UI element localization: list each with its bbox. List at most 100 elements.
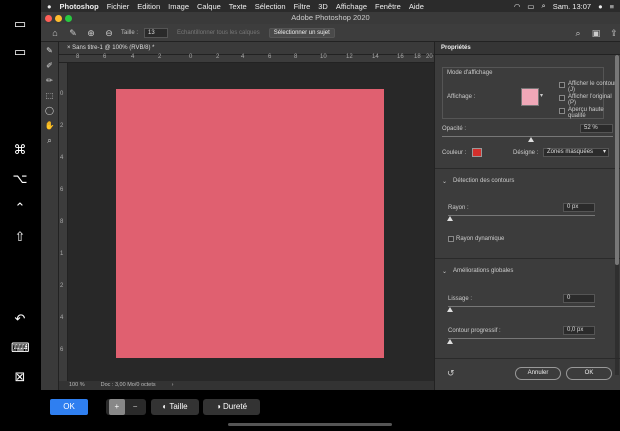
opacity-label: Opacité : [442, 126, 467, 132]
search-icon[interactable]: ⌕ [572, 27, 584, 39]
properties-scrollbar[interactable] [615, 55, 619, 375]
shift-icon[interactable]: ⇧ [11, 229, 29, 245]
add-mode-icon[interactable]: + [108, 399, 125, 415]
radius-slider-knob[interactable] [447, 216, 453, 221]
apple-menu-icon[interactable]: ● [47, 2, 52, 11]
subtract-mode-icon[interactable]: − [127, 399, 143, 415]
select-subject-button[interactable]: Sélectionner un sujet [268, 27, 335, 38]
brush-tool-icon[interactable]: ✏ [44, 75, 56, 87]
home-indicator[interactable] [228, 423, 392, 426]
smooth-field[interactable]: 0 [563, 294, 595, 303]
ruler-h-label: 4 [131, 54, 135, 60]
cancel-button[interactable]: Annuler [515, 367, 561, 380]
minimize-window-button[interactable] [55, 15, 62, 22]
user-avatar-icon[interactable]: ● [598, 2, 603, 11]
menu-filtre[interactable]: Filtre [294, 2, 311, 11]
sample-all-layers-checkbox[interactable]: Echantillonner tous les calques [174, 30, 263, 36]
horizontal-ruler: 8 6 4 2 0 2 4 6 8 10 12 14 16 18 20 [59, 54, 434, 63]
high-quality-checkbox[interactable] [559, 108, 565, 114]
control-center-icon[interactable]: ≡ [610, 2, 614, 11]
menu-fichier[interactable]: Fichier [107, 2, 130, 11]
ruler-v-label: 4 [60, 315, 64, 321]
lasso-tool-icon[interactable]: ◯ [44, 105, 56, 117]
zoom-tool-icon[interactable]: ⌕ [44, 135, 56, 147]
document-canvas[interactable] [116, 89, 384, 358]
hand-tool-icon[interactable]: ✋ [44, 120, 56, 132]
menu-texte[interactable]: Texte [229, 2, 247, 11]
zoom-window-button[interactable] [65, 15, 72, 22]
opacity-slider-knob[interactable] [527, 137, 534, 142]
wifi-icon[interactable]: ◠ [514, 2, 521, 11]
menu-affichage[interactable]: Affichage [336, 2, 367, 11]
close-window-button[interactable] [45, 15, 52, 22]
edge-detection-title[interactable]: Détection des contours [453, 178, 514, 184]
dock-icon[interactable]: ▭ [11, 44, 29, 60]
smooth-slider-track[interactable] [448, 306, 595, 307]
menu-calque[interactable]: Calque [197, 2, 221, 11]
share-icon[interactable]: ⇪ [608, 27, 620, 39]
zoom-level[interactable]: 100 % [69, 381, 85, 390]
global-refinements-title[interactable]: Améliorations globales [453, 268, 513, 274]
menu-3d[interactable]: 3D [318, 2, 328, 11]
battery-icon[interactable]: ▭ [527, 2, 534, 11]
brush-tool-icon[interactable]: ✎ [67, 27, 79, 39]
search-icon[interactable]: ⌕ [542, 1, 546, 11]
reset-icon[interactable]: ↺ [447, 368, 455, 379]
radius-slider-track[interactable] [448, 215, 595, 216]
menubar-clock[interactable]: Sam. 13:07 [553, 2, 591, 11]
scrollbar-thumb[interactable] [615, 55, 619, 265]
radius-field[interactable]: 0 px [563, 203, 595, 212]
ruler-v-label: 8 [60, 219, 64, 225]
disconnect-icon[interactable]: ⊠ [11, 369, 29, 385]
show-original-checkbox[interactable] [559, 95, 565, 101]
hardness-icon: ◑ [215, 402, 221, 411]
menu-image[interactable]: Image [168, 2, 189, 11]
smart-radius-checkbox[interactable] [448, 236, 454, 242]
touchbar-hardness-button[interactable]: ◑ Dureté [203, 399, 260, 415]
indicates-dropdown[interactable]: Zones masquées ▾ [543, 148, 609, 157]
document-info[interactable]: Doc : 3,00 Mo/0 octets [101, 381, 156, 390]
undo-icon[interactable]: ↶ [11, 311, 29, 327]
feather-slider-knob[interactable] [447, 339, 453, 344]
ruler-h-label: 20 [426, 54, 433, 60]
keyboard-icon[interactable]: ⌨ [11, 340, 30, 356]
command-icon[interactable]: ⌘ [11, 142, 29, 158]
refine-edge-brush-icon[interactable]: ✐ [44, 60, 56, 72]
home-icon[interactable]: ⌂ [49, 27, 61, 39]
mac-screen: ● Photoshop Fichier Edition Image Calque… [41, 0, 620, 390]
object-selection-icon[interactable]: ⬚ [44, 90, 56, 102]
menu-edition[interactable]: Edition [137, 2, 160, 11]
ok-button[interactable]: OK [566, 367, 612, 380]
divider [435, 168, 620, 169]
smooth-slider-knob[interactable] [447, 307, 453, 312]
chevron-down-icon[interactable]: ⌄ [442, 268, 447, 275]
quick-selection-tool-icon[interactable]: ✎ [44, 45, 56, 57]
option-icon[interactable]: ⌥ [11, 171, 29, 187]
chevron-down-icon: ▾ [602, 149, 606, 155]
status-arrow-icon[interactable]: › [172, 381, 174, 390]
menu-selection[interactable]: Sélection [255, 2, 286, 11]
feather-slider-track[interactable] [448, 338, 595, 339]
show-edge-checkbox[interactable] [559, 82, 565, 88]
add-to-selection-icon[interactable]: ⊕ [85, 27, 97, 39]
menu-bar-icon[interactable]: ▭ [11, 16, 29, 32]
subtract-from-selection-icon[interactable]: ⊖ [103, 27, 115, 39]
menu-aide[interactable]: Aide [409, 2, 424, 11]
color-swatch[interactable] [472, 148, 482, 157]
control-icon[interactable]: ⌃ [11, 200, 29, 216]
view-mode-swatch[interactable] [521, 88, 539, 106]
size-input[interactable]: 13 [144, 27, 169, 38]
touchbar-size-button[interactable]: ◐ Taille [151, 399, 199, 415]
touchbar-ok-button[interactable]: OK [50, 399, 88, 415]
opacity-field[interactable]: 52 % [580, 124, 613, 133]
menu-fenetre[interactable]: Fenêtre [375, 2, 401, 11]
document-area: × Sans titre-1 @ 100% (RVB/8) * 8 6 4 2 … [59, 42, 434, 390]
chevron-down-icon[interactable]: ⌄ [442, 178, 447, 185]
chevron-down-icon[interactable]: ▾ [540, 92, 543, 99]
touchbar-mode-segment: + − [106, 399, 146, 415]
feather-field[interactable]: 0,0 px [563, 326, 595, 335]
workspace-icon[interactable]: ▣ [590, 27, 602, 39]
app-menu[interactable]: Photoshop [60, 2, 99, 11]
ruler-h-label: 2 [216, 54, 220, 60]
ruler-h-label: 8 [76, 54, 80, 60]
